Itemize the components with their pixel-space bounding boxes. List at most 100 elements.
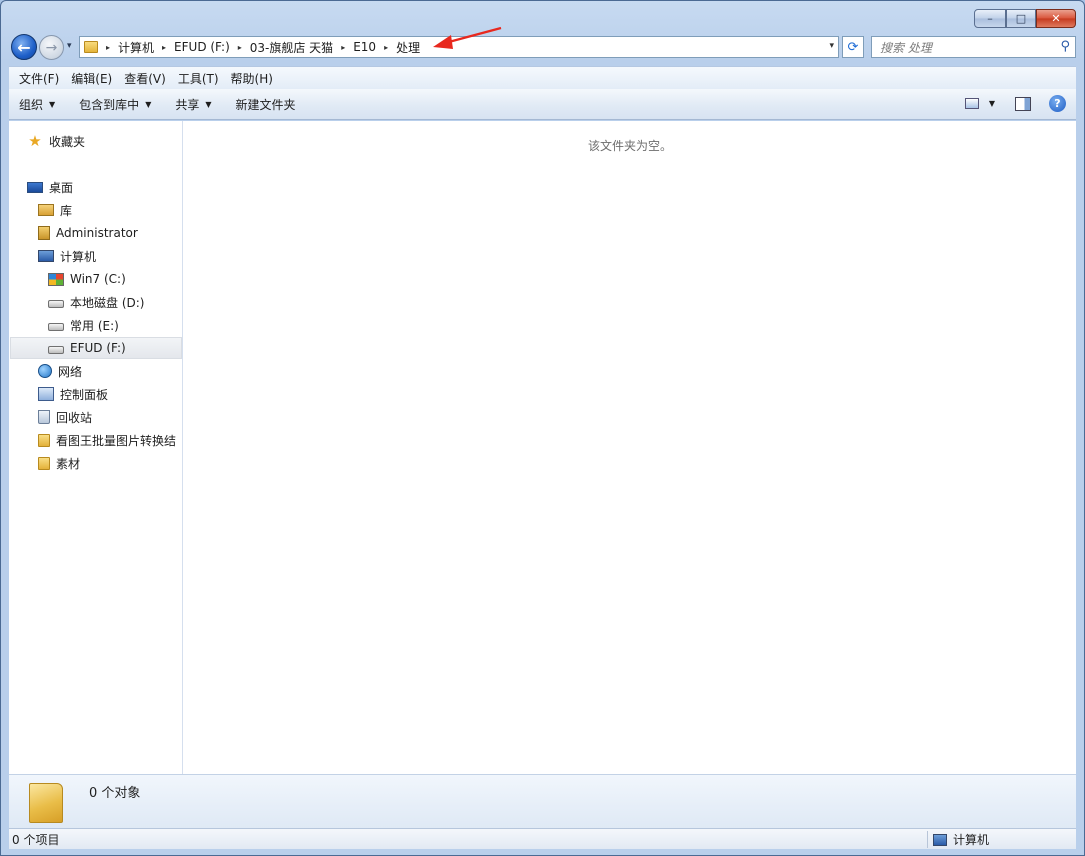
sidebar-item-library[interactable]: 库	[38, 199, 72, 221]
network-icon	[38, 364, 52, 378]
sidebar-item-label: 控制面板	[60, 387, 109, 402]
navigation-pane[interactable]: ★ 收藏夹 桌面 库 Administrator 计算机 Win7 (C:) 本…	[9, 121, 183, 774]
sidebar-item-label: 收藏夹	[49, 134, 86, 149]
sidebar-item-label: 素材	[56, 456, 81, 471]
menu-help[interactable]: 帮助(H)	[225, 70, 279, 87]
menu-view[interactable]: 查看(V)	[118, 70, 172, 87]
forward-button[interactable]: →	[39, 35, 64, 60]
red-arrow-annotation-icon	[433, 26, 502, 49]
menu-edit[interactable]: 编辑(E)	[65, 70, 118, 87]
windows-drive-icon	[48, 272, 64, 286]
sidebar-item-recycle-bin[interactable]: 回收站	[38, 406, 92, 428]
maximize-button[interactable]: □	[1006, 9, 1036, 28]
status-bar: 0 个项目 计算机	[9, 828, 1076, 849]
recent-pages-dropdown[interactable]: ▾	[67, 41, 72, 51]
share-button[interactable]: 共享 ▼	[175, 96, 211, 113]
status-location-label: 计算机	[953, 833, 990, 847]
navigation-bar: ← → ▾ ▸ 计算机 ▸ EFUD (F:) ▸ 03-旗舰店 天猫 ▸ E1…	[9, 32, 1076, 62]
empty-folder-message: 该文件夹为空。	[587, 139, 672, 153]
view-options-dropdown[interactable]: ▼	[989, 99, 995, 108]
search-icon[interactable]: ⚲	[1060, 39, 1070, 54]
library-icon	[38, 204, 54, 216]
sidebar-item-network[interactable]: 网络	[38, 360, 82, 382]
sidebar-item-drive-c[interactable]: Win7 (C:)	[48, 268, 126, 290]
new-folder-button[interactable]: 新建文件夹	[236, 96, 296, 113]
address-history-dropdown[interactable]: ▾	[829, 41, 834, 51]
breadcrumb-arrow-icon[interactable]: ▸	[341, 43, 345, 52]
hard-drive-icon	[48, 323, 64, 331]
sidebar-item-folder-materials[interactable]: 素材	[38, 452, 80, 474]
sidebar-item-label: 库	[60, 203, 73, 218]
sidebar-item-drive-d[interactable]: 本地磁盘 (D:)	[48, 291, 144, 313]
sidebar-item-desktop[interactable]: 桌面	[27, 176, 73, 198]
breadcrumb-arrow-icon[interactable]: ▸	[162, 43, 166, 52]
sidebar-item-label: EFUD (F:)	[70, 341, 126, 355]
share-label: 共享	[175, 97, 200, 112]
preview-pane-icon[interactable]	[1015, 96, 1031, 111]
breadcrumb-arrow-icon[interactable]: ▸	[384, 43, 388, 52]
sidebar-item-label: 常用 (E:)	[70, 318, 119, 333]
breadcrumb: 计算机 ▸ EFUD (F:) ▸ 03-旗舰店 天猫 ▸ E10 ▸ 处理	[118, 39, 420, 56]
breadcrumb-arrow-icon[interactable]: ▸	[238, 43, 242, 52]
object-count: 0 个对象	[89, 786, 141, 801]
status-location: 计算机	[933, 831, 989, 848]
desktop-icon	[27, 181, 43, 193]
search-placeholder: 搜索 处理	[880, 40, 932, 55]
change-view-icon[interactable]	[964, 98, 979, 109]
sidebar-item-label: Administrator	[56, 226, 138, 240]
breadcrumb-folder-tmall[interactable]: 03-旗舰店 天猫	[250, 39, 333, 56]
refresh-button[interactable]: ⟳	[842, 36, 864, 58]
view-controls: ▼ ?	[964, 95, 1066, 112]
menu-tools[interactable]: 工具(T)	[172, 70, 225, 87]
breadcrumb-root-arrow-icon[interactable]: ▸	[106, 43, 110, 52]
chevron-down-icon: ▼	[145, 99, 152, 109]
sidebar-item-label: 回收站	[56, 410, 93, 425]
explorer-window: – □ ✕ ← → ▾ ▸ 计算机 ▸ EFUD (F:) ▸ 03-旗舰店 天…	[0, 0, 1085, 856]
back-button[interactable]: ←	[11, 34, 37, 60]
hard-drive-icon	[48, 346, 64, 354]
breadcrumb-folder-e10[interactable]: E10	[353, 40, 376, 54]
sidebar-item-folder-conversion[interactable]: 看图王批量图片转换结	[38, 429, 176, 451]
sidebar-item-control-panel[interactable]: 控制面板	[38, 383, 108, 405]
sidebar-item-drive-f[interactable]: EFUD (F:)	[10, 337, 182, 359]
sidebar-item-label: 计算机	[60, 249, 97, 264]
item-count: 0 个项目	[12, 832, 60, 847]
breadcrumb-drive-f[interactable]: EFUD (F:)	[174, 40, 230, 54]
command-bar: 组织 ▼ 包含到库中 ▼ 共享 ▼ 新建文件夹 ▼ ?	[9, 89, 1076, 120]
search-input[interactable]: 搜索 处理 ⚲	[871, 36, 1076, 58]
user-folder-icon	[38, 226, 50, 240]
recycle-bin-icon	[38, 410, 50, 424]
control-panel-icon	[38, 387, 54, 401]
include-library-label: 包含到库中	[79, 97, 140, 112]
sidebar-item-administrator[interactable]: Administrator	[38, 222, 138, 244]
breadcrumb-current-folder[interactable]: 处理	[396, 39, 420, 56]
sidebar-item-computer[interactable]: 计算机	[38, 245, 96, 267]
sidebar-item-label: 看图王批量图片转换结	[56, 433, 177, 448]
chevron-down-icon: ▼	[49, 99, 56, 109]
folder-icon	[29, 783, 63, 823]
folder-icon	[38, 456, 50, 470]
close-button[interactable]: ✕	[1036, 9, 1076, 28]
file-list-pane[interactable]: 该文件夹为空。	[184, 121, 1076, 774]
sidebar-item-label: 桌面	[49, 180, 74, 195]
organize-button[interactable]: 组织 ▼	[19, 96, 55, 113]
computer-icon	[933, 833, 947, 846]
menu-bar: 文件(F) 编辑(E) 查看(V) 工具(T) 帮助(H)	[9, 66, 1076, 89]
details-pane: 0 个对象	[9, 774, 1076, 828]
help-icon[interactable]: ?	[1049, 95, 1066, 112]
folder-icon	[38, 433, 50, 447]
menu-file[interactable]: 文件(F)	[13, 70, 65, 87]
status-divider	[927, 831, 928, 848]
content-area: ★ 收藏夹 桌面 库 Administrator 计算机 Win7 (C:) 本…	[9, 121, 1076, 774]
sidebar-item-label: 网络	[58, 364, 83, 379]
sidebar-item-label: Win7 (C:)	[70, 272, 126, 286]
include-in-library-button[interactable]: 包含到库中 ▼	[79, 96, 151, 113]
minimize-button[interactable]: –	[974, 9, 1006, 28]
hard-drive-icon	[48, 300, 64, 308]
breadcrumb-computer[interactable]: 计算机	[118, 39, 154, 56]
refresh-icon: ⟳	[847, 39, 859, 55]
sidebar-item-label: 本地磁盘 (D:)	[70, 295, 145, 310]
sidebar-item-drive-e[interactable]: 常用 (E:)	[48, 314, 119, 336]
caption-buttons: – □ ✕	[974, 9, 1076, 28]
sidebar-item-favorites[interactable]: ★ 收藏夹	[27, 130, 85, 152]
